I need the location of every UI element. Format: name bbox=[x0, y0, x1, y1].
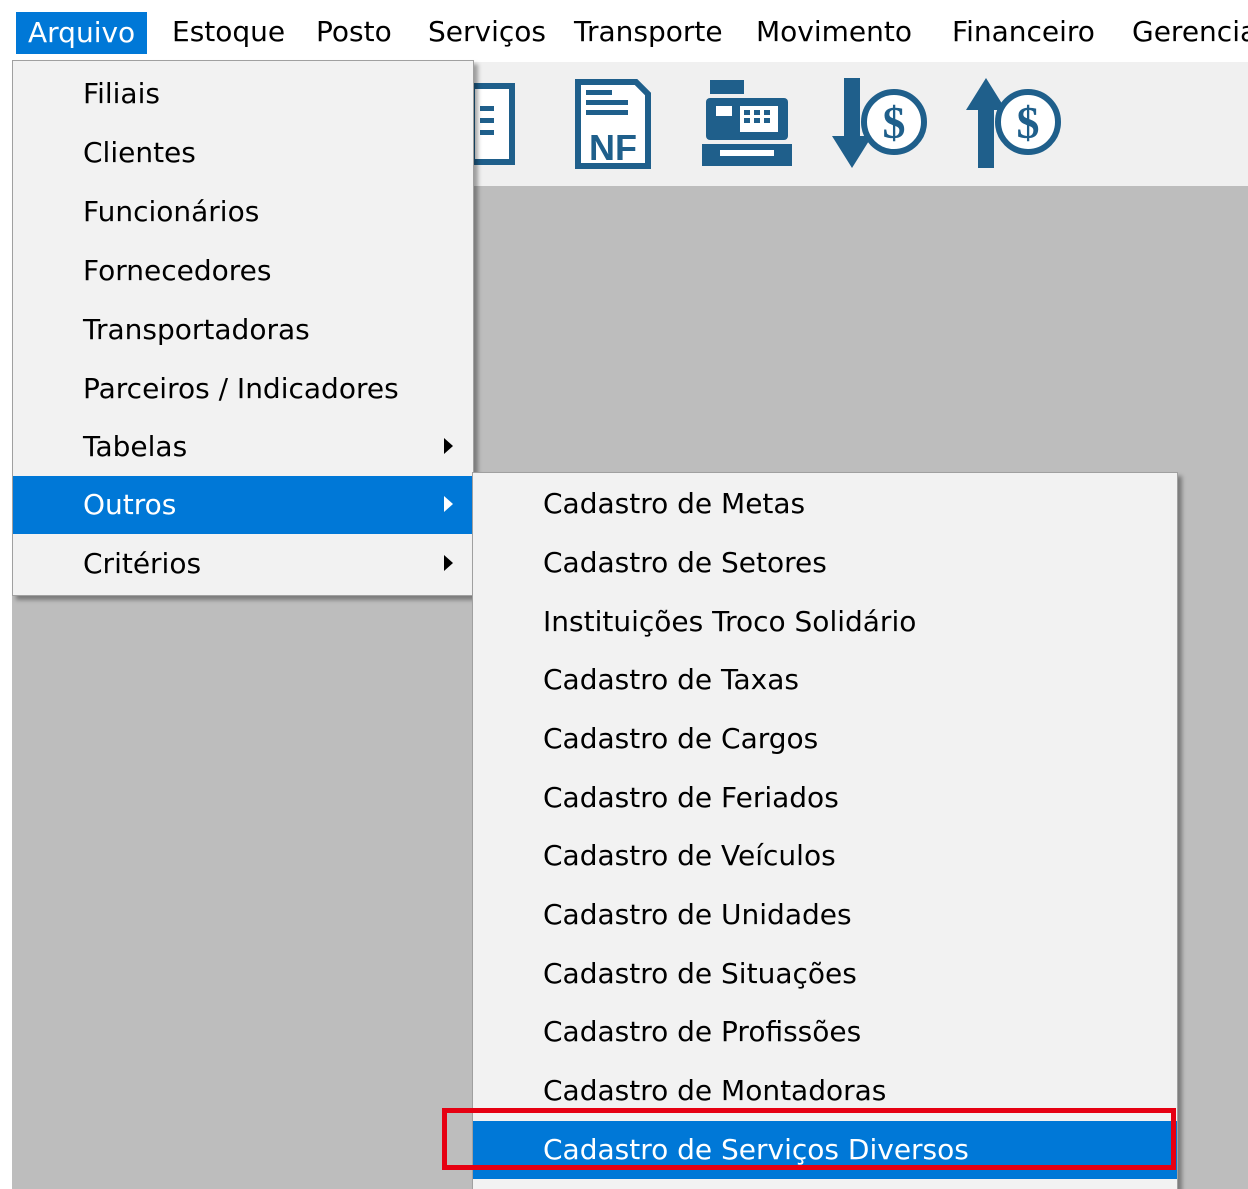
menu-item-label: Outros bbox=[83, 488, 177, 521]
menu-item-filiais[interactable]: Filiais bbox=[13, 65, 473, 123]
submenu-arrow-icon bbox=[444, 496, 453, 512]
menu-item-label: Fornecedores bbox=[83, 254, 272, 287]
menu-item-cadastro-servicos-diversos[interactable]: Cadastro de Serviços Diversos bbox=[473, 1121, 1177, 1179]
menu-transporte[interactable]: Transporte bbox=[570, 10, 727, 54]
menu-item-label: Cadastro de Feriados bbox=[543, 781, 839, 814]
menu-item-parceiros-indicadores[interactable]: Parceiros / Indicadores bbox=[13, 360, 473, 418]
menu-item-tabelas[interactable]: Tabelas bbox=[13, 418, 473, 476]
menu-item-label: Cadastro de Cargos bbox=[543, 722, 819, 755]
menu-item-cadastro-situacoes[interactable]: Cadastro de Situações bbox=[473, 945, 1177, 1003]
menu-item-cadastro-taxas[interactable]: Cadastro de Taxas bbox=[473, 651, 1177, 709]
menu-item-label: Clientes bbox=[83, 136, 196, 169]
menu-item-cadastro-profissoes[interactable]: Cadastro de Profissões bbox=[473, 1003, 1177, 1061]
menu-item-instituicoes-troco-solidario[interactable]: Instituições Troco Solidário bbox=[473, 593, 1177, 651]
menu-estoque[interactable]: Estoque bbox=[168, 10, 289, 54]
menu-item-cadastro-metas[interactable]: Cadastro de Metas bbox=[473, 475, 1177, 533]
nf-label: NF bbox=[589, 127, 637, 168]
nf-invoice-icon[interactable]: NF bbox=[572, 76, 654, 172]
document-icon[interactable] bbox=[470, 76, 520, 168]
menu-item-label: Cadastro de Situações bbox=[543, 957, 857, 990]
menu-item-cadastro-feriados[interactable]: Cadastro de Feriados bbox=[473, 769, 1177, 827]
menu-item-label: Cadastro de Veículos bbox=[543, 839, 836, 872]
menu-item-fornecedores[interactable]: Fornecedores bbox=[13, 242, 473, 300]
menu-item-cadastro-unidades[interactable]: Cadastro de Unidades bbox=[473, 886, 1177, 944]
menu-item-label: Cadastro de Setores bbox=[543, 546, 827, 579]
menu-item-cadastro-montadoras[interactable]: Cadastro de Montadoras bbox=[473, 1062, 1177, 1120]
money-up-icon[interactable]: $ bbox=[964, 76, 1064, 172]
menu-movimento[interactable]: Movimento bbox=[752, 10, 916, 54]
menu-item-outros[interactable]: Outros bbox=[13, 476, 473, 534]
menu-item-label: Cadastro de Taxas bbox=[543, 663, 799, 696]
menu-item-cadastro-veiculos[interactable]: Cadastro de Veículos bbox=[473, 827, 1177, 885]
menu-item-label: Instituições Troco Solidário bbox=[543, 605, 917, 638]
menu-item-criterios[interactable]: Critérios bbox=[13, 535, 473, 593]
menu-item-label: Cadastro de Montadoras bbox=[543, 1074, 887, 1107]
menu-item-label: Funcionários bbox=[83, 195, 260, 228]
menu-item-label: Parceiros / Indicadores bbox=[83, 372, 399, 405]
submenu-arrow-icon bbox=[444, 438, 453, 454]
menu-item-cadastro-cargos[interactable]: Cadastro de Cargos bbox=[473, 710, 1177, 768]
dollar-label: $ bbox=[1017, 97, 1040, 148]
menu-servicos[interactable]: Serviços bbox=[424, 10, 550, 54]
menu-item-label: Transportadoras bbox=[83, 313, 310, 346]
menu-arquivo[interactable]: Arquivo bbox=[16, 12, 148, 54]
menu-item-label: Tabelas bbox=[83, 430, 188, 463]
menu-gerencia[interactable]: Gerencia bbox=[1128, 10, 1248, 54]
menu-item-label: Cadastro de Serviços Diversos bbox=[543, 1133, 969, 1166]
arquivo-dropdown: Filiais Clientes Funcionários Fornecedor… bbox=[12, 60, 474, 596]
menu-item-funcionarios[interactable]: Funcionários bbox=[13, 183, 473, 241]
menu-item-label: Cadastro de Profissões bbox=[543, 1015, 862, 1048]
window-left-edge bbox=[0, 62, 12, 1189]
menu-item-label: Cadastro de Metas bbox=[543, 487, 806, 520]
money-down-icon[interactable]: $ bbox=[830, 76, 930, 172]
cash-register-icon[interactable] bbox=[700, 76, 794, 170]
menu-item-clientes[interactable]: Clientes bbox=[13, 124, 473, 182]
dollar-label: $ bbox=[883, 97, 906, 148]
menu-item-label: Cadastro de Unidades bbox=[543, 898, 852, 931]
menu-item-transportadoras[interactable]: Transportadoras bbox=[13, 301, 473, 359]
menu-financeiro[interactable]: Financeiro bbox=[948, 10, 1099, 54]
menu-item-label: Filiais bbox=[83, 77, 160, 110]
outros-submenu: Cadastro de Metas Cadastro de Setores In… bbox=[472, 472, 1178, 1189]
submenu-arrow-icon bbox=[444, 555, 453, 571]
menu-bar: Arquivo Estoque Posto Serviços Transport… bbox=[0, 0, 1248, 62]
menu-item-label: Critérios bbox=[83, 547, 202, 580]
menu-posto[interactable]: Posto bbox=[312, 10, 396, 54]
menu-item-cadastro-setores[interactable]: Cadastro de Setores bbox=[473, 534, 1177, 592]
